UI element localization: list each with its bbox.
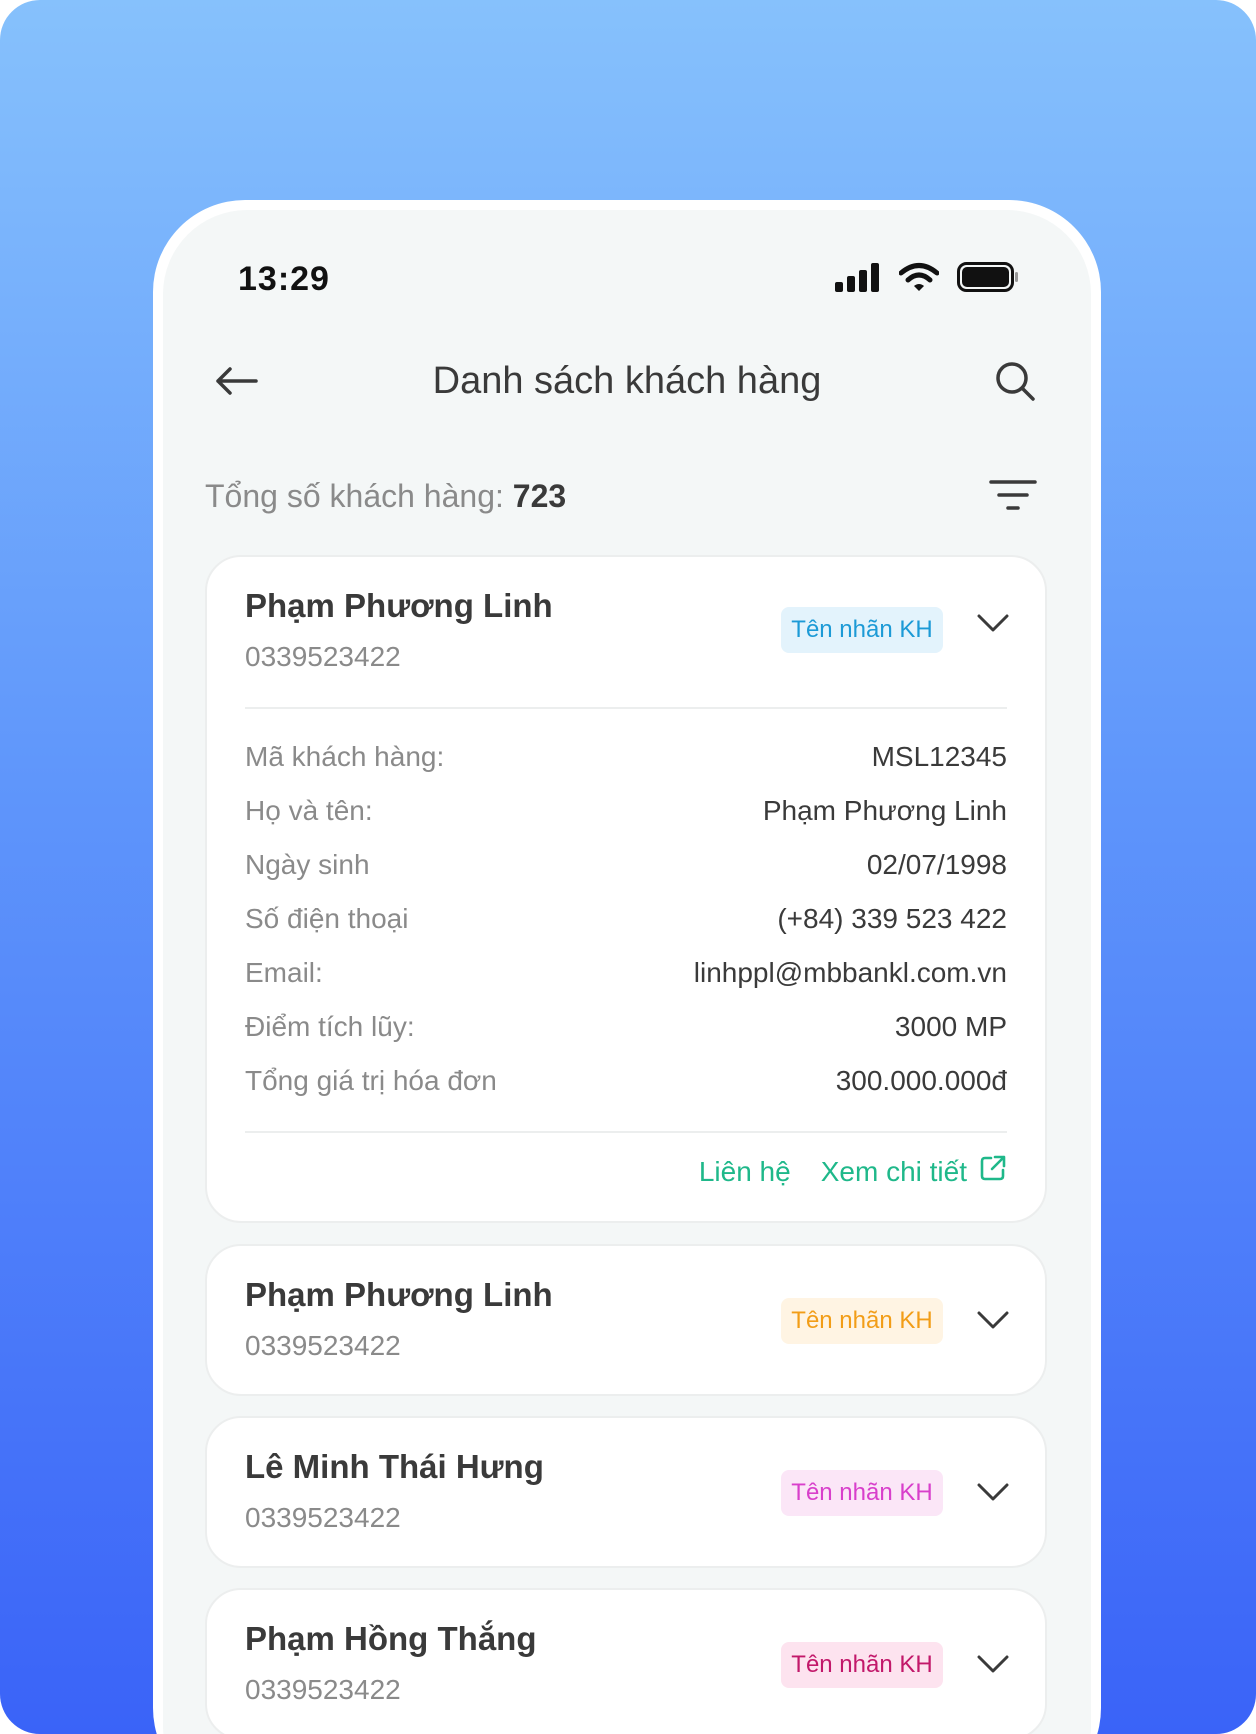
search-icon [994, 360, 1036, 407]
detail-row-full-name: Họ và tên: Phạm Phương Linh [245, 791, 1007, 831]
contact-link[interactable]: Liên hệ [699, 1156, 791, 1188]
detail-label: Số điện thoại [245, 903, 409, 934]
detail-value: 02/07/1998 [866, 849, 1007, 880]
detail-label: Mã khách hàng: [245, 741, 445, 772]
expand-toggle[interactable] [975, 607, 1011, 643]
detail-row-birthday: Ngày sinh 02/07/1998 [245, 845, 1007, 885]
detail-value: 3000 MP [894, 1011, 1007, 1042]
view-detail-link[interactable]: Xem chi tiết [821, 1154, 1007, 1189]
customer-name: Phạm Phương Linh [245, 587, 553, 624]
customer-tag-badge: Tên nhãn KH [781, 607, 943, 653]
filter-icon [989, 478, 1037, 517]
detail-row-invoice-total: Tổng giá trị hóa đơn 300.000.000đ [245, 1061, 1007, 1101]
detail-value: MSL12345 [871, 741, 1007, 772]
expand-toggle[interactable] [975, 1476, 1011, 1512]
page-title: Danh sách khách hàng [432, 360, 822, 402]
detail-value: (+84) 339 523 422 [777, 903, 1007, 934]
detail-label: Email: [245, 957, 323, 988]
expand-toggle[interactable] [975, 1648, 1011, 1684]
status-time: 13:29 [238, 260, 330, 298]
detail-row-customer-code: Mã khách hàng: MSL12345 [245, 737, 1007, 777]
customer-phone: 0339523422 [245, 641, 401, 672]
card-actions: Liên hệ Xem chi tiết [699, 1154, 1007, 1189]
detail-label: Tổng giá trị hóa đơn [245, 1065, 497, 1096]
customer-tag-badge: Tên nhãn KH [781, 1642, 943, 1688]
customer-count-label: Tổng số khách hàng: [205, 478, 504, 514]
filter-button[interactable] [985, 473, 1041, 521]
wifi-icon [898, 262, 940, 297]
customer-phone: 0339523422 [245, 1502, 401, 1533]
signal-icon [835, 262, 881, 297]
detail-row-phone: Số điện thoại (+84) 339 523 422 [245, 899, 1007, 939]
battery-icon [957, 262, 1019, 297]
detail-label: Điểm tích lũy: [245, 1011, 415, 1042]
app-screen: 13:29 Danh sách khách hàng Tổng số khách… [163, 210, 1091, 1734]
chevron-down-icon [977, 613, 1009, 638]
detail-value: linhppl@mbbankl.com.vn [693, 957, 1007, 988]
customer-name: Phạm Hồng Thắng [245, 1620, 537, 1657]
customer-phone: 0339523422 [245, 1330, 401, 1361]
phone-frame: 13:29 Danh sách khách hàng Tổng số khách… [153, 200, 1101, 1734]
customer-count-value: 723 [512, 478, 567, 514]
chevron-down-icon [977, 1310, 1009, 1335]
detail-value: 300.000.000đ [835, 1065, 1007, 1096]
detail-value: Phạm Phương Linh [762, 795, 1007, 826]
status-icons [835, 262, 1019, 297]
customer-card[interactable]: Lê Minh Thái Hưng 0339523422 Tên nhãn KH [205, 1416, 1047, 1568]
customer-card[interactable]: Phạm Phương Linh 0339523422 Tên nhãn KH [205, 1244, 1047, 1396]
customer-card[interactable]: Phạm Phương Linh 0339523422 Tên nhãn KH … [205, 555, 1047, 1223]
customer-name: Lê Minh Thái Hưng [245, 1448, 544, 1485]
expand-toggle[interactable] [975, 1304, 1011, 1340]
external-link-icon [979, 1154, 1007, 1189]
background: 13:29 Danh sách khách hàng Tổng số khách… [0, 0, 1256, 1734]
customer-name: Phạm Phương Linh [245, 1276, 553, 1313]
customer-count-summary: Tổng số khách hàng: 723 [205, 478, 566, 515]
detail-row-email: Email: linhppl@mbbankl.com.vn [245, 953, 1007, 993]
view-detail-label: Xem chi tiết [820, 1155, 967, 1187]
detail-row-points: Điểm tích lũy: 3000 MP [245, 1007, 1007, 1047]
detail-label: Họ và tên: [245, 795, 373, 826]
search-button[interactable] [987, 355, 1043, 411]
divider [245, 1131, 1007, 1133]
customer-tag-badge: Tên nhãn KH [781, 1298, 943, 1344]
customer-tag-badge: Tên nhãn KH [781, 1470, 943, 1516]
divider [245, 707, 1007, 709]
chevron-down-icon [977, 1654, 1009, 1679]
chevron-down-icon [977, 1482, 1009, 1507]
customer-phone: 0339523422 [245, 1674, 401, 1705]
customer-card[interactable]: Phạm Hồng Thắng 0339523422 Tên nhãn KH [205, 1588, 1047, 1734]
detail-label: Ngày sinh [245, 849, 370, 880]
